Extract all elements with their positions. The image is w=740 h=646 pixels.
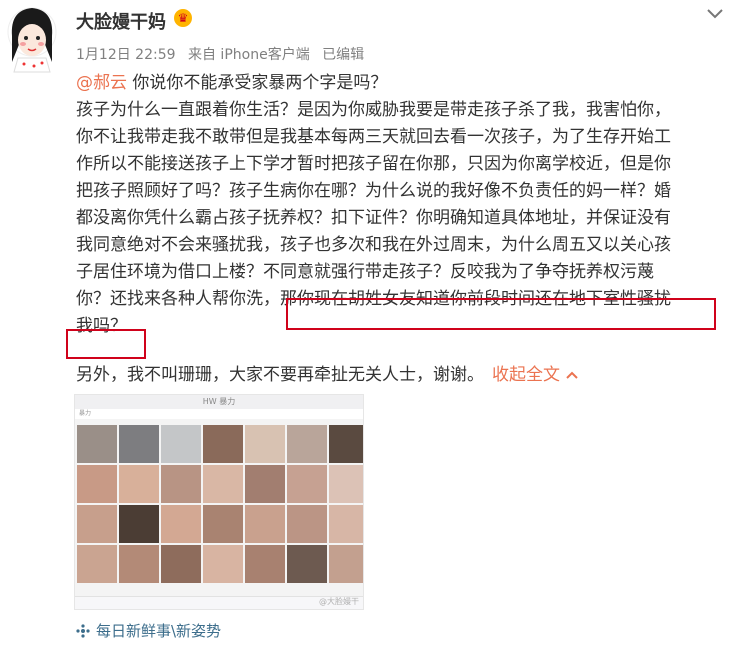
photo-thumb [329, 465, 363, 503]
photo-thumb [119, 505, 159, 543]
photo-thumb [203, 545, 243, 583]
photo-thumb [287, 425, 327, 463]
photo-thumb [77, 425, 117, 463]
watermark: @大脸嫚干 [319, 597, 359, 606]
photo-thumb [329, 425, 363, 463]
photo-thumb [245, 545, 285, 583]
photo-thumb [161, 505, 201, 543]
post-extra-line: 另外，我不叫珊珊，大家不要再牵扯无关人士，谢谢。 收起全文 [76, 360, 578, 385]
photo-thumb [77, 505, 117, 543]
post-text: 另外，我不叫珊珊，大家不要再牵扯无关人士，谢谢。 [76, 365, 484, 385]
post-line: 子居住环境为借口上楼？不同意就强行带走孩子？反咬我为了争夺抚养权污蔑 [76, 262, 654, 282]
highlight-box [66, 329, 146, 359]
topic-label[interactable]: 每日新鲜事\新姿势 [96, 622, 221, 640]
post-line: 你不让我带走我不敢带但是我基本每两三天就回去看一次孩子，为了生存开始工 [76, 127, 671, 147]
photo-thumb [245, 425, 285, 463]
photo-thumb [203, 505, 243, 543]
post-line: 孩子为什么一直跟着你生活？是因为你威胁我要是带走孩子杀了我，我害怕你， [76, 100, 671, 120]
avatar[interactable] [4, 2, 60, 74]
collapse-link[interactable]: 收起全文 [492, 365, 560, 385]
post-text: 你？还找来各种人帮你洗， [76, 289, 280, 309]
post-line: 作所以不能接送孩子上下学才暂时把孩子留在你那，只因为你离学校近，但是你 [76, 154, 671, 174]
post-source[interactable]: 来自 iPhone客户端 [188, 47, 310, 63]
post-line: 把孩子照顾好了吗？孩子生病你在哪？为什么说的我好像不负责任的妈一样？婚 [76, 181, 671, 201]
chevron-up-icon[interactable] [566, 370, 578, 380]
post-line: @郝云 你说你不能承受家暴两个字是吗？ [76, 70, 726, 97]
post-line: 我同意绝对不会来骚扰我，孩子也多次和我在外过周末，为什么周五又以关心孩 [76, 235, 671, 255]
author-name[interactable]: 大脸嫚干妈 [76, 8, 166, 34]
topic-link[interactable]: 每日新鲜事\新姿势 [76, 620, 221, 641]
photo-thumb [161, 545, 201, 583]
post-line: 都没离你凭什么霸占孩子抚养权？扣下证件？你明确知道具体地址，并保证没有 [76, 208, 671, 228]
photo-thumb [245, 505, 285, 543]
photo-thumb [329, 505, 363, 543]
highlight-box [286, 298, 716, 330]
photo-thumb [77, 545, 117, 583]
photo-thumb [161, 425, 201, 463]
photo-thumb [161, 465, 201, 503]
gallery-subtitle: 暴力 [75, 409, 363, 419]
attached-image[interactable]: HW 暴力 暴力 @大脸嫚干 [74, 394, 364, 610]
post-meta: 1月12日 22:59 来自 iPhone客户端 已编辑 [76, 44, 372, 64]
photo-thumb [203, 465, 243, 503]
photo-thumb [119, 545, 159, 583]
chevron-down-icon[interactable] [704, 6, 726, 22]
photo-thumb [119, 465, 159, 503]
photo-thumb [119, 425, 159, 463]
topic-icon [76, 624, 90, 638]
post-text: 你说你不能承受家暴两个字是吗？ [127, 73, 388, 93]
photo-thumb [77, 465, 117, 503]
photo-thumb [329, 545, 363, 583]
edited-label[interactable]: 已编辑 [322, 47, 364, 63]
post-time[interactable]: 1月12日 22:59 [76, 47, 176, 63]
gallery-title: HW 暴力 [75, 395, 363, 409]
photo-thumb [287, 545, 327, 583]
photo-thumb [287, 465, 327, 503]
photo-thumb [203, 425, 243, 463]
photo-thumb [245, 465, 285, 503]
mention-link[interactable]: @郝云 [76, 73, 127, 93]
photo-thumb [287, 505, 327, 543]
crown-badge-icon: ♛ [174, 9, 192, 27]
